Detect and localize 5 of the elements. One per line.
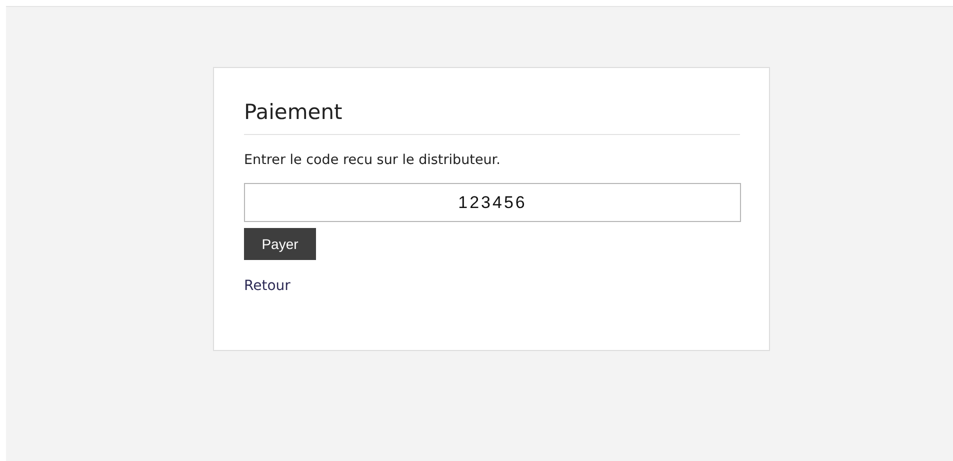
instruction-text: Entrer le code recu sur le distributeur. — [244, 151, 500, 169]
pay-button[interactable]: Payer — [244, 228, 316, 260]
code-field[interactable]: 123456 — [244, 183, 741, 222]
back-link[interactable]: Retour — [244, 277, 290, 295]
card-title: Paiement — [244, 98, 740, 135]
